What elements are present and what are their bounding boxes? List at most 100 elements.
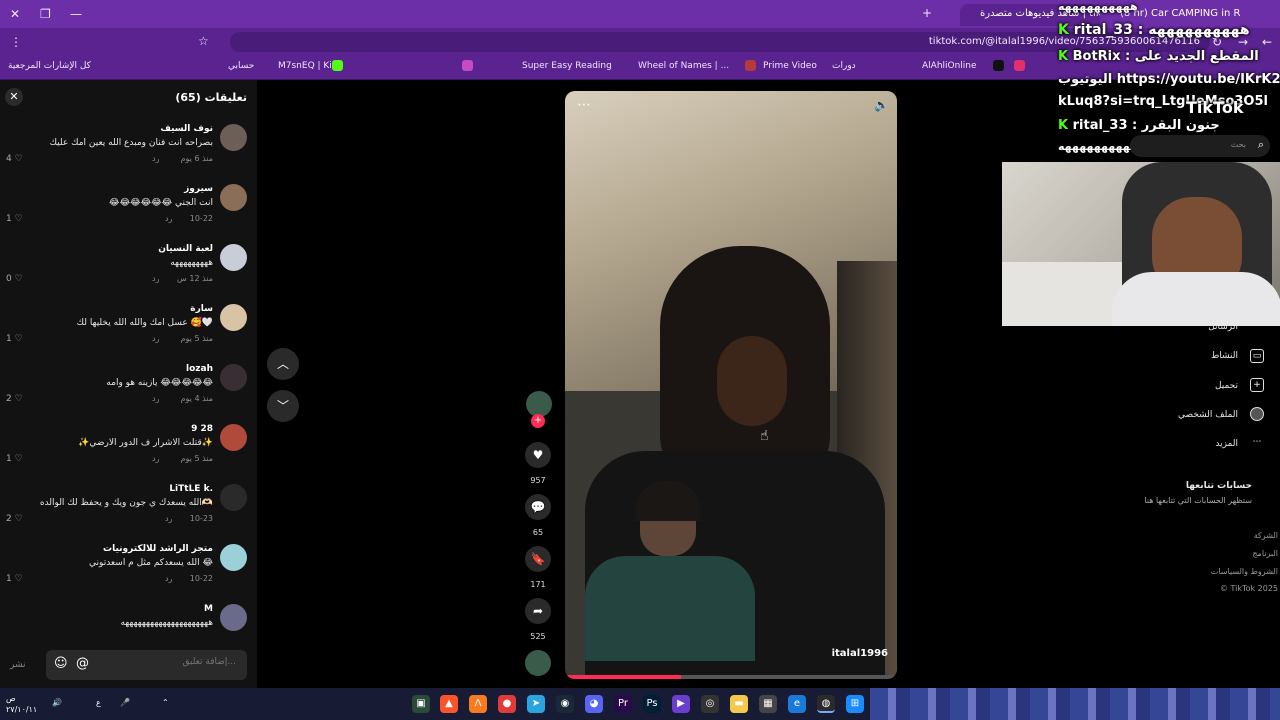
store-icon[interactable]: ▦ [759, 695, 777, 713]
search-input[interactable]: بحث ⌕ [1130, 135, 1270, 157]
bookmark-prime[interactable]: Prime Video [763, 61, 817, 71]
bookmark-reading[interactable]: Super Easy Reading [522, 61, 612, 71]
app-icon[interactable]: ● [498, 695, 516, 713]
maximize-icon[interactable]: ❐ [40, 7, 51, 21]
reply-button[interactable]: رد [152, 154, 159, 163]
avatar[interactable] [220, 424, 247, 451]
mention-icon[interactable]: @ [76, 656, 89, 671]
new-tab-icon[interactable]: + [922, 6, 932, 20]
progress-fill [565, 675, 682, 679]
chevron-down-icon: ﹀ [276, 399, 289, 413]
premiere-icon[interactable]: Pr [614, 695, 632, 713]
brave-icon[interactable]: ▲ [440, 695, 458, 713]
app-icon[interactable]: ▣ [412, 695, 430, 713]
comment-like-button[interactable]: 4 ♡ [6, 154, 23, 164]
comment-author[interactable]: M [204, 604, 213, 614]
comment-author[interactable]: متجر الراشد للالكترونيات [103, 544, 213, 554]
comment-like-button[interactable]: 1 ♡ [6, 574, 23, 584]
comment-author[interactable]: lozah [186, 364, 213, 374]
close-comments-icon[interactable]: ✕ [5, 88, 23, 106]
app-icon[interactable]: Λ [469, 695, 487, 713]
tray-expand-icon[interactable]: ⌃ [162, 698, 169, 707]
sidebar-item-more[interactable]: المزيد [1215, 439, 1238, 449]
comment-like-button[interactable]: 0 ♡ [6, 274, 23, 284]
reply-button[interactable]: رد [165, 574, 172, 583]
github-icon[interactable]: ◎ [701, 695, 719, 713]
chrome-icon[interactable]: ◍ [817, 695, 835, 713]
reply-button[interactable]: رد [152, 274, 159, 283]
avatar[interactable] [220, 124, 247, 151]
avatar[interactable] [220, 604, 247, 631]
discord-icon[interactable]: ◕ [585, 695, 603, 713]
reply-button[interactable]: رد [152, 334, 159, 343]
footer-link-terms[interactable]: الشروط والسياسات [1211, 567, 1278, 576]
video-username[interactable]: italal1996 [832, 648, 888, 659]
sidebar-item-profile[interactable]: الملف الشخصي [1178, 410, 1238, 420]
file-explorer-icon[interactable]: ▬ [730, 695, 748, 713]
windows-start-icon[interactable]: ⊞ [846, 695, 864, 713]
comment-like-button[interactable]: 1 ♡ [6, 334, 23, 344]
reply-button[interactable]: رد [165, 214, 172, 223]
comment-like-button[interactable]: 2 ♡ [6, 394, 23, 404]
bookmark-courses[interactable]: دورات [832, 61, 856, 71]
volume-icon[interactable]: 🔈 [874, 98, 889, 112]
sidebar-item-upload[interactable]: تحميل [1215, 381, 1238, 391]
bookmark-ahli[interactable]: AlAhliOnline [922, 61, 977, 71]
comment-text: هههههههههههههههههههههه [120, 618, 213, 628]
avatar[interactable] [220, 184, 247, 211]
avatar[interactable] [220, 544, 247, 571]
more-options-icon[interactable]: ⋯ [577, 97, 591, 113]
comment-text: بصراحه انت فنان ومبدع الله يعين امك عليك [49, 138, 213, 148]
emoji-icon[interactable]: ☺ [54, 656, 68, 671]
comment-author[interactable]: LiTtLE k. [169, 484, 213, 494]
sidebar-item-activity[interactable]: النشاط [1211, 351, 1238, 361]
avatar[interactable] [220, 364, 247, 391]
reply-button[interactable]: رد [165, 514, 172, 523]
reply-button[interactable]: رد [152, 394, 159, 403]
comment-like-button[interactable]: 1 ♡ [6, 454, 23, 464]
comment-like-button[interactable]: 1 ♡ [6, 214, 23, 224]
steam-icon[interactable]: ◉ [556, 695, 574, 713]
avatar[interactable] [220, 244, 247, 271]
chat-line: ههههههههههه [1058, 0, 1138, 13]
comment-author[interactable]: سيروز [184, 184, 213, 194]
comment-input[interactable] [96, 657, 236, 667]
comment-author[interactable]: لعبة النسيان [158, 244, 213, 254]
telegram-icon[interactable]: ➤ [527, 695, 545, 713]
next-video-button[interactable]: ﹀ [267, 390, 299, 422]
follow-plus-icon[interactable]: + [531, 414, 545, 428]
bookmark-account[interactable]: حسابي [228, 61, 254, 71]
comment-author[interactable]: سارة [190, 304, 213, 314]
avatar[interactable] [220, 484, 247, 511]
minimize-icon[interactable]: — [70, 7, 82, 21]
volume-tray-icon[interactable]: 🔊 [52, 698, 62, 707]
comment-author[interactable]: 9 28 [191, 424, 213, 434]
video-player[interactable]: ⋯ 🔈 italal1996 [565, 91, 897, 679]
footer-link-company[interactable]: الشركة [1254, 531, 1278, 540]
post-comment-button[interactable]: نشر [10, 660, 26, 670]
reply-button[interactable]: رد [152, 454, 159, 463]
language-indicator[interactable]: ع [96, 698, 101, 707]
save-button[interactable]: 🔖 [525, 546, 551, 572]
like-button[interactable]: ♥ [525, 442, 551, 468]
avatar[interactable] [220, 304, 247, 331]
sound-disc-icon[interactable] [525, 650, 551, 676]
sidebar-item-messages[interactable]: الرسائل [1208, 322, 1238, 332]
comment-author[interactable]: نوف السيف [160, 124, 213, 134]
close-window-icon[interactable]: ✕ [10, 7, 20, 21]
clock[interactable]: ص [6, 694, 16, 703]
bookmark-all[interactable]: كل الإشارات المرجعية [8, 61, 91, 71]
footer-link-program[interactable]: البرنامج [1252, 549, 1278, 558]
bookmark-star-icon[interactable]: ☆ [198, 34, 209, 48]
comment-button[interactable]: 💬 [525, 494, 551, 520]
share-button[interactable]: ➦ [525, 598, 551, 624]
search-icon[interactable]: ⌕ [1258, 138, 1264, 152]
edge-icon[interactable]: e [788, 695, 806, 713]
photoshop-icon[interactable]: Ps [643, 695, 661, 713]
previous-video-button[interactable]: ︿ [267, 348, 299, 380]
app-icon[interactable]: ▶ [672, 695, 690, 713]
menu-icon[interactable]: ⋮ [10, 35, 22, 49]
comment-like-button[interactable]: 2 ♡ [6, 514, 23, 524]
bookmark-wheel[interactable]: Wheel of Names | ... [638, 61, 729, 71]
mic-icon[interactable]: 🎤 [120, 698, 130, 707]
